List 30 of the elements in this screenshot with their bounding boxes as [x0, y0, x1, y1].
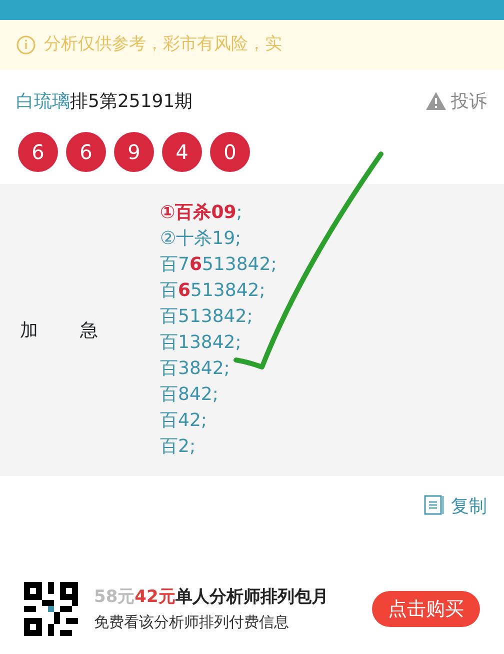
offer-subtitle: 免费看该分析师排列付费信息	[94, 612, 290, 632]
old-price: 58元	[94, 586, 135, 609]
analysis-line: 百842;	[160, 383, 220, 407]
analysis-line: ①百杀09;	[160, 201, 244, 225]
copy-button[interactable]: 复制	[422, 492, 488, 520]
number-ball: 9	[114, 132, 154, 172]
analysis-line: 百76513842;	[160, 253, 277, 277]
offer-title: 单人分析师排列包月	[175, 586, 328, 609]
number-ball: 0	[210, 132, 250, 172]
analysis-line: 百513842;	[160, 305, 254, 329]
analysis-line: ②十杀19;	[160, 227, 242, 251]
notice-text: 分析仅供参考，彩市有风险，实	[44, 33, 282, 56]
author-link[interactable]: 白琉璃	[16, 88, 70, 114]
analysis-line: 百42;	[160, 409, 208, 433]
row-label: 加	[19, 318, 39, 342]
number-ball: 6	[18, 132, 58, 172]
qr-code-icon	[24, 582, 78, 636]
number-ball: 4	[162, 132, 202, 172]
report-button[interactable]: 投诉	[424, 86, 488, 116]
new-price: 42元	[134, 586, 176, 609]
analysis-line: 百2;	[160, 435, 197, 459]
analysis-line: 百6513842;	[160, 279, 266, 303]
info-icon	[16, 35, 36, 55]
analysis-line: 百3842;	[160, 357, 231, 381]
row-label: 急	[79, 318, 99, 342]
issue-title: 排5第25191期	[70, 90, 193, 114]
analysis-line: 百13842;	[160, 331, 242, 355]
buy-button[interactable]: 点击购买	[372, 590, 480, 628]
number-ball: 6	[66, 132, 106, 172]
warning-icon	[425, 91, 447, 111]
